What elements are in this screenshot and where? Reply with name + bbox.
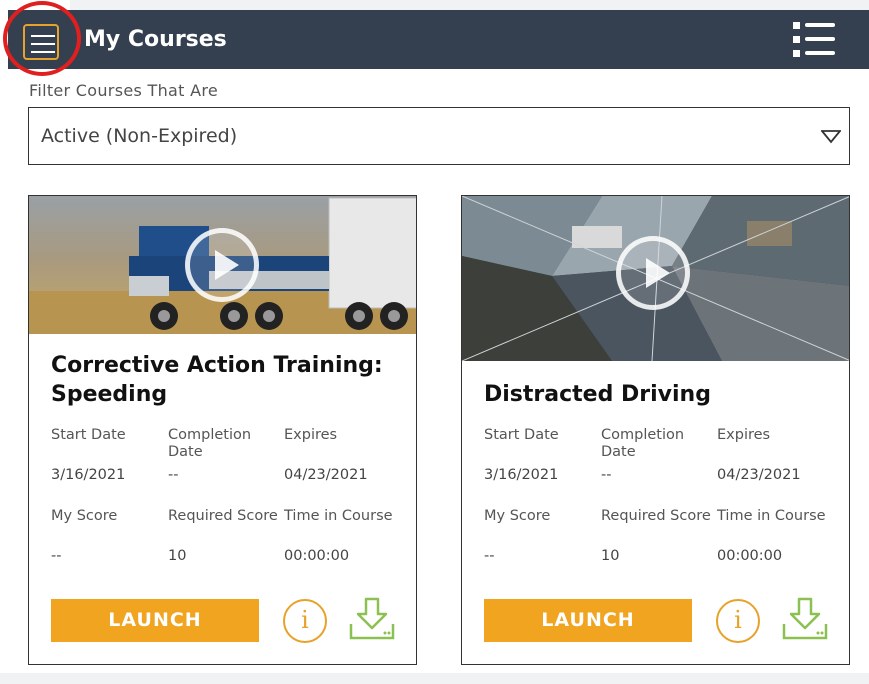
required-score-value: 10	[601, 548, 620, 564]
my-score-value: --	[484, 548, 495, 564]
play-icon[interactable]	[616, 236, 690, 310]
launch-button[interactable]: LAUNCH	[484, 599, 692, 642]
highlight-circle	[3, 1, 81, 76]
start-date-value: 3/16/2021	[51, 467, 126, 483]
completion-date-value: --	[601, 467, 612, 483]
launch-button[interactable]: LAUNCH	[51, 599, 259, 642]
page-title: My Courses	[84, 27, 227, 52]
list-view-icon[interactable]	[793, 22, 835, 58]
dropdown-arrow-icon	[821, 130, 841, 144]
course-title: Distracted Driving	[484, 382, 711, 407]
download-icon[interactable]	[349, 596, 395, 642]
required-score-label: Required Score	[168, 508, 278, 524]
my-score-label: My Score	[51, 508, 118, 524]
course-card: Distracted Driving Start Date Completion…	[461, 195, 850, 665]
my-score-value: --	[51, 548, 62, 564]
course-thumbnail-truck[interactable]	[29, 196, 416, 334]
course-filter-select[interactable]: Active (Non-Expired)	[28, 107, 850, 165]
course-title: Corrective Action Training: Speeding	[51, 353, 383, 407]
required-score-label: Required Score	[601, 508, 711, 524]
play-icon[interactable]	[185, 228, 259, 302]
filter-label: Filter Courses That Are	[29, 81, 218, 100]
course-card: Corrective Action Training: Speeding Sta…	[28, 195, 417, 665]
filter-selected-value: Active (Non-Expired)	[41, 125, 238, 147]
bottom-strip	[0, 673, 869, 684]
required-score-value: 10	[168, 548, 187, 564]
completion-date-value: --	[168, 467, 179, 483]
time-in-course-label: Time in Course	[717, 508, 826, 524]
top-status-strip	[0, 0, 869, 10]
download-icon[interactable]	[782, 596, 828, 642]
start-date-label: Start Date	[484, 427, 559, 443]
time-in-course-value: 00:00:00	[717, 548, 783, 564]
info-icon[interactable]: i	[283, 599, 327, 643]
my-score-label: My Score	[484, 508, 551, 524]
course-thumbnail-distracted[interactable]	[462, 196, 849, 361]
expires-value: 04/23/2021	[284, 467, 368, 483]
info-icon[interactable]: i	[716, 599, 760, 643]
expires-value: 04/23/2021	[717, 467, 801, 483]
time-in-course-label: Time in Course	[284, 508, 393, 524]
completion-date-label: Completion Date	[168, 427, 252, 460]
time-in-course-value: 00:00:00	[284, 548, 350, 564]
expires-label: Expires	[284, 427, 338, 443]
start-date-label: Start Date	[51, 427, 126, 443]
expires-label: Expires	[717, 427, 771, 443]
completion-date-label: Completion Date	[601, 427, 685, 460]
start-date-value: 3/16/2021	[484, 467, 559, 483]
